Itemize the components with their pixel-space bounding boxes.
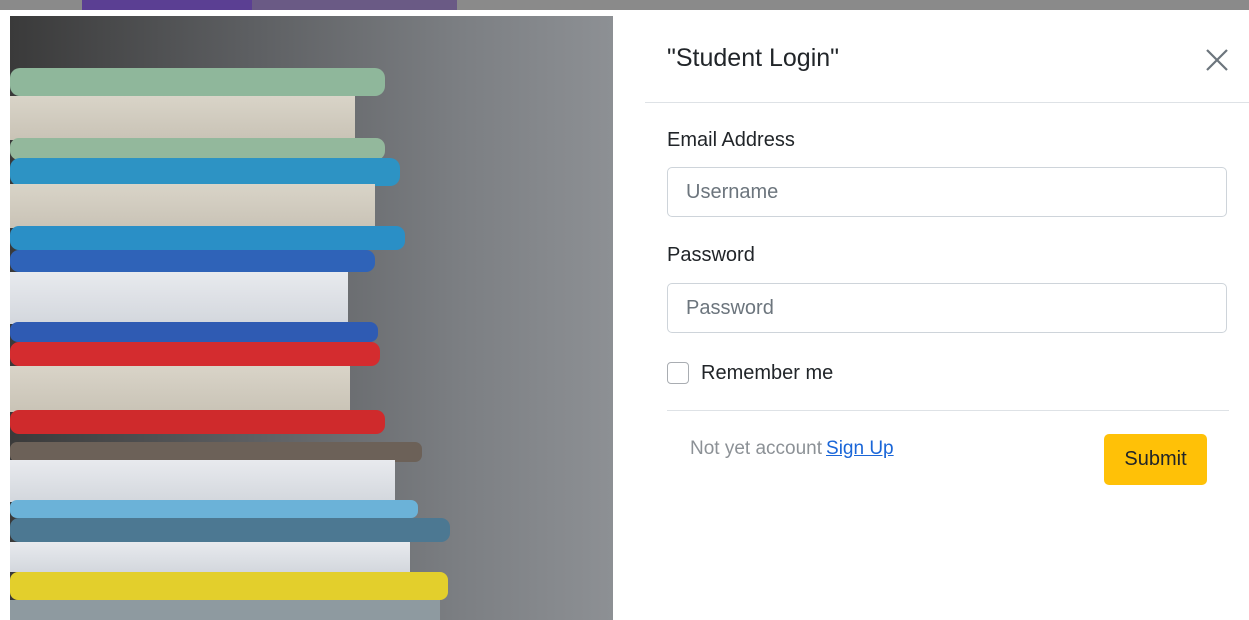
footer-divider xyxy=(667,410,1229,411)
close-button[interactable] xyxy=(1203,46,1231,74)
top-bar-accent xyxy=(82,0,252,10)
sign-up-link[interactable]: Sign Up xyxy=(826,438,894,459)
password-label: Password xyxy=(667,244,755,266)
signup-prompt: Not yet account Sign Up xyxy=(690,438,894,460)
book-stack-illustration xyxy=(10,68,450,620)
remember-me-checkbox[interactable] xyxy=(667,362,689,384)
book-stack-photo xyxy=(10,16,613,620)
submit-button[interactable]: Submit xyxy=(1104,434,1207,485)
remember-me-row: Remember me xyxy=(667,360,833,386)
modal-header: "Student Login" xyxy=(645,16,1249,103)
password-input[interactable] xyxy=(667,283,1227,333)
signup-prompt-text: Not yet account xyxy=(690,438,823,459)
remember-me-label[interactable]: Remember me xyxy=(701,362,833,385)
top-bar-accent-2 xyxy=(252,0,457,10)
top-bar xyxy=(0,0,1249,10)
login-modal: "Student Login" Email Address Password R… xyxy=(645,16,1249,620)
close-x-icon xyxy=(1206,49,1228,71)
email-input[interactable] xyxy=(667,167,1227,217)
email-label: Email Address xyxy=(667,129,795,151)
modal-title: "Student Login" xyxy=(667,44,840,72)
